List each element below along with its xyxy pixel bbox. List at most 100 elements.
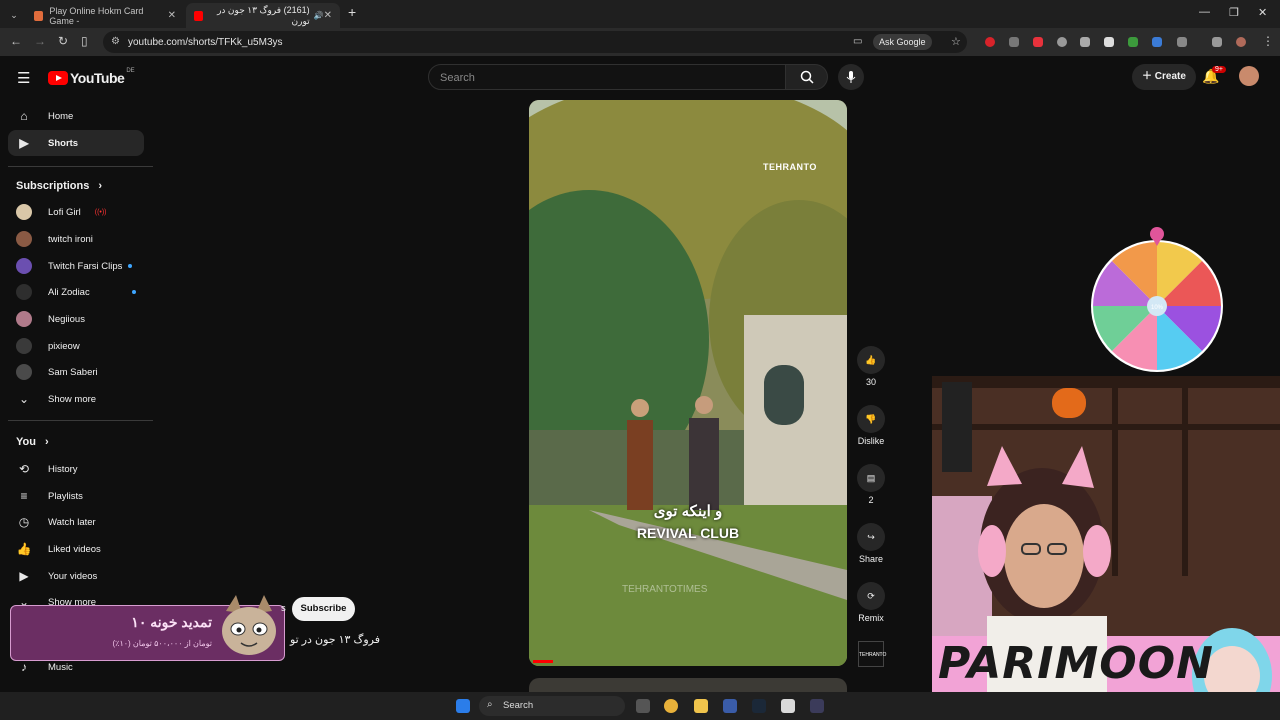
sidebar-item-your-videos[interactable]: ▶ Your videos [8, 563, 144, 589]
sidebar-item-history[interactable]: ⟲ History [8, 456, 144, 482]
channel-avatar [16, 338, 32, 354]
app-icon[interactable] [810, 699, 824, 713]
extension-icon[interactable] [1128, 37, 1138, 47]
divider [8, 420, 153, 421]
app-icon[interactable] [723, 699, 737, 713]
bookmark-star-icon[interactable]: ☆ [951, 35, 961, 48]
create-button[interactable]: ＋ Create [1132, 64, 1196, 90]
short-video-player[interactable]: TEHRANTO و اینکه توی REVIVAL CLUB TEHRAN… [529, 100, 847, 666]
reload-icon[interactable]: ↻ [58, 34, 68, 48]
site-info-icon[interactable]: ⚙ [111, 36, 120, 47]
sidebar-item-shorts[interactable]: ▶ Shorts [8, 130, 144, 156]
search-input[interactable]: Search [428, 64, 786, 90]
voice-search-button[interactable] [838, 64, 864, 90]
browser-menu-icon[interactable]: ⋮ [1262, 34, 1274, 48]
sidebar-item-label: Your videos [48, 570, 98, 582]
ask-google-button[interactable]: Ask Google [873, 34, 932, 50]
share-icon: ↪ [857, 523, 885, 551]
steam-icon[interactable] [752, 699, 766, 713]
account-avatar[interactable] [1239, 66, 1259, 86]
live-indicator-icon: ((•)) [94, 208, 107, 216]
sidebar-item-label: Liked videos [48, 543, 101, 555]
new-tab-button[interactable]: + [348, 4, 356, 20]
extensions-puzzle-icon[interactable] [1177, 37, 1187, 47]
sidebar-item-watch-later[interactable]: ◷ Watch later [8, 509, 144, 535]
channel-thumbnail-button[interactable]: TEHRANTO [852, 641, 890, 667]
subscribe-button[interactable]: Subscribe [292, 597, 355, 621]
file-explorer-icon[interactable] [694, 699, 708, 713]
windows-start-icon[interactable] [456, 699, 470, 713]
sidebar-item-liked-videos[interactable]: 👍 Liked videos [8, 536, 144, 562]
sidebar-item-playlists[interactable]: ≡ Playlists [8, 483, 144, 509]
extension-icon[interactable] [1104, 37, 1114, 47]
youtube-favicon-icon [194, 10, 203, 21]
sidebar-item-twitch-farsi-clips[interactable]: Twitch Farsi Clips [8, 253, 144, 279]
sidebar-item-label: Playlists [48, 490, 83, 502]
extension-icon[interactable] [985, 37, 995, 47]
remix-icon: ⟳ [857, 582, 885, 610]
sidebar-item-label: Sam Saberi [48, 366, 98, 378]
sidebar-item-label: twitch ironi [48, 233, 93, 245]
profile-avatar-icon[interactable] [1236, 37, 1246, 47]
extension-icon[interactable] [1033, 37, 1043, 47]
your-videos-icon: ▶ [19, 569, 29, 583]
audio-icon[interactable]: 🔊 [314, 11, 324, 20]
music-icon: ♪ [21, 660, 27, 674]
next-short-preview[interactable] [529, 678, 847, 692]
tab-youtube[interactable]: (2161) فروگ ۱۳ جون در تورن 🔊 ✕ [186, 3, 340, 28]
extension-icon[interactable] [1057, 37, 1067, 47]
chrome-icon[interactable] [664, 699, 678, 713]
cast-icon[interactable]: ▭ [853, 36, 862, 47]
you-heading[interactable]: You › [16, 436, 49, 448]
remix-button[interactable]: ⟳ Remix [852, 582, 890, 623]
url-text[interactable]: youtube.com/shorts/TFKk_u5M3ys [128, 37, 283, 48]
extension-icon[interactable] [1152, 37, 1162, 47]
search-button[interactable] [786, 64, 828, 90]
sidebar-item-twitch-ironi[interactable]: twitch ironi [8, 226, 144, 252]
show-more-subscriptions[interactable]: ⌄ Show more [8, 386, 144, 412]
sidebar-item-lofi-girl[interactable]: Lofi Girl ((•)) [8, 199, 144, 225]
streamer-webcam: PARIMOON [932, 376, 1280, 720]
hamburger-menu-icon[interactable]: ☰ [17, 69, 30, 87]
minimize-icon[interactable]: — [1199, 6, 1210, 18]
sidebar-item-sam-saberi[interactable]: Sam Saberi [8, 359, 144, 385]
history-icon: ⟲ [18, 462, 30, 476]
dislike-button[interactable]: 👎 Dislike [852, 405, 890, 446]
close-icon[interactable]: ✕ [324, 10, 332, 21]
tab-search-button[interactable]: ⌄ [4, 3, 24, 28]
tab-hokm[interactable]: Play Online Hokm Card Game - ✕ [26, 3, 184, 28]
short-title[interactable]: فروگ ۱۳ جون در تو [280, 633, 380, 646]
task-view-icon[interactable] [636, 699, 650, 713]
sidebar-item-label: Shorts [48, 137, 79, 149]
sidebar-item-pixieow[interactable]: pixieow [8, 333, 144, 359]
like-button[interactable]: 👍 30 [852, 346, 890, 387]
remix-label: Remix [858, 613, 884, 623]
app-icon[interactable] [781, 699, 795, 713]
tab-title: (2161) فروگ ۱۳ جون در تورن [217, 4, 310, 26]
back-icon[interactable]: ← [10, 34, 22, 48]
share-button[interactable]: ↪ Share [852, 523, 890, 564]
browser-tab-bar: ⌄ Play Online Hokm Card Game - ✕ (2161) … [0, 0, 1280, 28]
extension-icon[interactable] [1080, 37, 1090, 47]
sidebar-item-label: Ali Zodiac [48, 286, 90, 298]
streamer-name-logo: PARIMOON [938, 638, 1214, 689]
youtube-logo[interactable]: YouTube DE [48, 68, 135, 86]
forward-icon[interactable]: → [34, 34, 46, 48]
sidebar-item-label: Twitch Farsi Clips [48, 260, 123, 272]
sidebar-item-ali-zodiac[interactable]: Ali Zodiac [8, 279, 144, 305]
taskbar-search[interactable]: ⌕ Search [479, 696, 625, 716]
reading-list-icon[interactable] [1212, 37, 1222, 47]
channel-avatar [16, 364, 32, 380]
subscriptions-heading[interactable]: Subscriptions › [16, 180, 102, 192]
thumbs-up-icon: 👍 [857, 346, 885, 374]
restore-icon[interactable]: ❐ [1229, 6, 1239, 19]
comments-button[interactable]: ▤ 2 [852, 464, 890, 505]
close-icon[interactable]: ✕ [168, 10, 176, 21]
sidebar-item-negiious[interactable]: Negiious [8, 306, 144, 332]
extension-icon[interactable] [1009, 37, 1019, 47]
sidebar-item-home[interactable]: ⌂ Home [8, 103, 144, 129]
close-window-icon[interactable]: ✕ [1258, 6, 1267, 19]
omnibox[interactable]: ⚙ youtube.com/shorts/TFKk_u5M3ys ▭ Ask G… [103, 31, 967, 53]
channel-name-partial[interactable]: s [281, 603, 286, 614]
sidebar-toggle-icon[interactable]: ▯ [81, 34, 88, 48]
